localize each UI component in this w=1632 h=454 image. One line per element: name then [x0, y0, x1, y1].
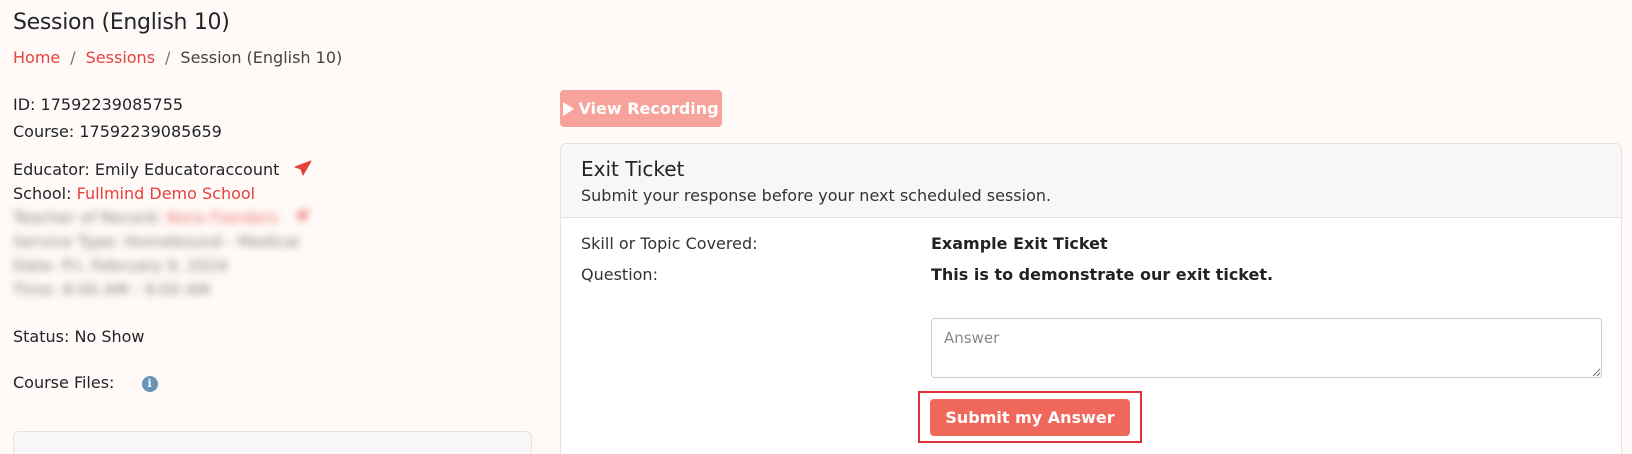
session-school: School: Fullmind Demo School — [13, 184, 256, 203]
session-educator: Educator: Emily Educatoraccount — [13, 158, 533, 182]
question-row: Question: This is to demonstrate our exi… — [581, 265, 1601, 289]
session-service-type: Service Type: Homebound - Medical — [13, 232, 300, 251]
course-files: Course Files: i — [13, 371, 533, 395]
exit-ticket-subtitle: Submit your response before your next sc… — [581, 186, 1052, 205]
breadcrumb-current: Session (English 10) — [180, 48, 343, 67]
skill-value: Example Exit Ticket — [931, 234, 1108, 253]
session-course: Course: 17592239085659 — [13, 122, 222, 141]
breadcrumb-separator: / — [70, 48, 76, 67]
breadcrumb-sessions-link[interactable]: Sessions — [86, 48, 155, 67]
skill-label: Skill or Topic Covered: — [581, 234, 758, 253]
session-id: ID: 17592239085755 — [13, 95, 184, 114]
submit-answer-button[interactable]: Submit my Answer — [930, 399, 1130, 436]
exit-ticket-header: Exit Ticket Submit your response before … — [561, 144, 1621, 218]
session-page: Session (English 10) Home / Sessions / S… — [0, 0, 1632, 454]
paper-plane-icon — [293, 207, 311, 231]
page-title: Session (English 10) — [13, 10, 230, 35]
skill-row: Skill or Topic Covered: Example Exit Tic… — [581, 234, 1601, 258]
question-value: This is to demonstrate our exit ticket. — [931, 265, 1274, 284]
question-label: Question: — [581, 265, 658, 284]
breadcrumb-home-link[interactable]: Home — [13, 48, 60, 67]
session-status: Status: No Show — [13, 327, 145, 346]
breadcrumb-separator: / — [165, 48, 171, 67]
session-details: ID: 17592239085755 Course: 1759223908565… — [13, 95, 533, 395]
session-time: Time: 8:00 AM - 9:00 AM — [13, 280, 211, 299]
school-link[interactable]: Fullmind Demo School — [77, 184, 256, 203]
view-recording-button[interactable]: View Recording — [560, 90, 722, 127]
exit-ticket-card: Exit Ticket Submit your response before … — [560, 143, 1622, 454]
play-icon — [563, 101, 575, 116]
course-files-panel — [13, 431, 532, 454]
breadcrumb: Home / Sessions / Session (English 10) — [13, 48, 342, 67]
info-icon[interactable]: i — [141, 375, 158, 392]
session-teacher-of-record: Teacher of Record: Nora Flanders — [13, 206, 533, 230]
submit-highlight-box: Submit my Answer — [918, 391, 1142, 443]
answer-input[interactable] — [931, 318, 1602, 378]
paper-plane-icon[interactable] — [294, 159, 312, 183]
session-date: Date: Fri, February 9, 2024 — [13, 256, 229, 275]
exit-ticket-title: Exit Ticket — [581, 157, 685, 181]
